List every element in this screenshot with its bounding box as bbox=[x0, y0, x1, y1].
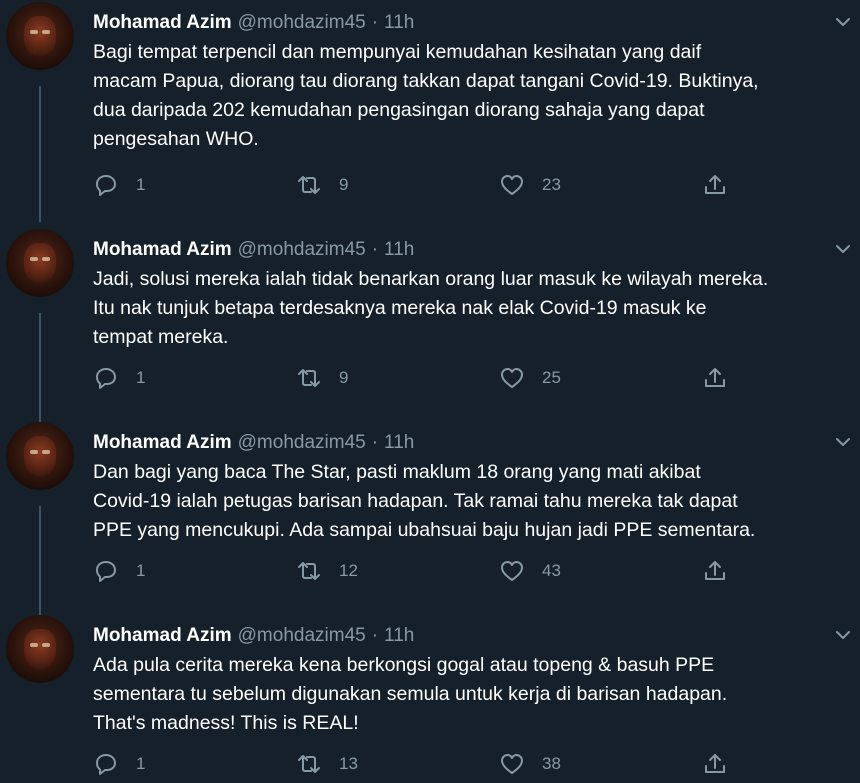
chevron-down-icon[interactable] bbox=[833, 12, 853, 32]
retweet-button[interactable]: 12 bbox=[296, 558, 358, 584]
timestamp[interactable]: 11h bbox=[384, 432, 414, 454]
like-count: 43 bbox=[542, 561, 561, 580]
share-button[interactable] bbox=[702, 172, 728, 198]
reply-button[interactable]: 1 bbox=[93, 365, 145, 391]
avatar[interactable] bbox=[6, 229, 74, 297]
tweet[interactable]: Mohamad Azim @mohdazim45 · 11h Dan bagi … bbox=[0, 420, 860, 642]
share-icon bbox=[705, 368, 725, 387]
avatar[interactable] bbox=[6, 615, 74, 683]
like-icon bbox=[501, 561, 523, 581]
tweet[interactable]: Mohamad Azim @mohdazim45 · 11h Ada pula … bbox=[0, 613, 860, 783]
chevron-down-icon[interactable] bbox=[833, 625, 853, 645]
avatar[interactable] bbox=[6, 2, 74, 70]
reply-icon bbox=[96, 175, 116, 196]
reply-count: 1 bbox=[136, 175, 146, 194]
share-icon bbox=[705, 754, 725, 773]
retweet-icon bbox=[298, 369, 320, 387]
avatar-face bbox=[24, 243, 56, 283]
avatar-face bbox=[24, 436, 56, 476]
retweet-button[interactable]: 9 bbox=[296, 365, 348, 391]
avatar-face bbox=[24, 16, 56, 56]
author-handle[interactable]: @mohdazim45 bbox=[238, 432, 366, 454]
retweet-icon bbox=[298, 176, 320, 194]
reply-button[interactable]: 1 bbox=[93, 751, 145, 777]
reply-icon bbox=[96, 754, 116, 775]
retweet-count: 9 bbox=[339, 368, 349, 387]
timestamp[interactable]: 11h bbox=[384, 12, 414, 34]
timestamp[interactable]: 11h bbox=[384, 239, 414, 261]
tweet-text: Ada pula cerita mereka kena berkongsi go… bbox=[93, 654, 728, 734]
tweet-header: Mohamad Azim @mohdazim45 · 11h bbox=[93, 10, 414, 36]
tweet-text: Bagi tempat terpencil dan mempunyai kemu… bbox=[93, 41, 759, 150]
author-handle[interactable]: @mohdazim45 bbox=[238, 12, 366, 34]
retweet-button[interactable]: 9 bbox=[296, 172, 348, 198]
share-icon bbox=[705, 175, 725, 194]
tweet[interactable]: Mohamad Azim @mohdazim45 · 11h Bagi temp… bbox=[0, 0, 860, 222]
reply-count: 1 bbox=[136, 368, 146, 387]
chevron-down-icon[interactable] bbox=[833, 239, 853, 259]
tweet-text: Dan bagi yang baca The Star, pasti maklu… bbox=[93, 461, 756, 541]
tweet-text: Jadi, solusi mereka ialah tidak benarkan… bbox=[93, 268, 769, 348]
like-icon bbox=[501, 175, 523, 195]
like-icon bbox=[501, 368, 523, 388]
author-name[interactable]: Mohamad Azim bbox=[93, 625, 232, 647]
tweet-header: Mohamad Azim @mohdazim45 · 11h bbox=[93, 430, 414, 456]
retweet-count: 12 bbox=[339, 561, 358, 580]
chevron-down-icon[interactable] bbox=[833, 432, 853, 452]
reply-count: 1 bbox=[136, 754, 146, 773]
retweet-count: 13 bbox=[339, 754, 358, 773]
reply-icon bbox=[96, 368, 116, 389]
avatar-face bbox=[24, 629, 56, 669]
reply-icon bbox=[96, 561, 116, 582]
reply-count: 1 bbox=[136, 561, 146, 580]
tweet[interactable]: Mohamad Azim @mohdazim45 · 11h Jadi, sol… bbox=[0, 227, 860, 449]
author-name[interactable]: Mohamad Azim bbox=[93, 12, 232, 34]
share-button[interactable] bbox=[702, 365, 728, 391]
tweet-actions: 1 12 43 bbox=[93, 558, 743, 586]
separator-dot: · bbox=[371, 12, 379, 33]
separator-dot: · bbox=[371, 239, 379, 260]
retweet-icon bbox=[298, 755, 320, 773]
author-name[interactable]: Mohamad Azim bbox=[93, 239, 232, 261]
author-name[interactable]: Mohamad Azim bbox=[93, 432, 232, 454]
like-button[interactable]: 23 bbox=[499, 172, 561, 198]
reply-button[interactable]: 1 bbox=[93, 172, 145, 198]
separator-dot: · bbox=[371, 625, 379, 646]
like-count: 23 bbox=[542, 175, 561, 194]
separator-dot: · bbox=[371, 432, 379, 453]
avatar[interactable] bbox=[6, 422, 74, 490]
like-icon bbox=[501, 754, 523, 774]
like-button[interactable]: 43 bbox=[499, 558, 561, 584]
tweet-header: Mohamad Azim @mohdazim45 · 11h bbox=[93, 623, 414, 649]
retweet-button[interactable]: 13 bbox=[296, 751, 358, 777]
author-handle[interactable]: @mohdazim45 bbox=[238, 625, 366, 647]
like-count: 38 bbox=[542, 754, 561, 773]
like-count: 25 bbox=[542, 368, 561, 387]
timestamp[interactable]: 11h bbox=[384, 625, 414, 647]
tweet-actions: 1 9 25 bbox=[93, 365, 743, 393]
tweet-actions: 1 9 23 bbox=[93, 172, 743, 200]
share-icon bbox=[705, 561, 725, 580]
share-button[interactable] bbox=[702, 558, 728, 584]
thread-line bbox=[39, 86, 41, 222]
like-button[interactable]: 38 bbox=[499, 751, 561, 777]
share-button[interactable] bbox=[702, 751, 728, 777]
tweet-header: Mohamad Azim @mohdazim45 · 11h bbox=[93, 237, 414, 263]
author-handle[interactable]: @mohdazim45 bbox=[238, 239, 366, 261]
retweet-count: 9 bbox=[339, 175, 349, 194]
tweet-actions: 1 13 38 bbox=[93, 751, 743, 779]
retweet-icon bbox=[298, 562, 320, 580]
reply-button[interactable]: 1 bbox=[93, 558, 145, 584]
like-button[interactable]: 25 bbox=[499, 365, 561, 391]
